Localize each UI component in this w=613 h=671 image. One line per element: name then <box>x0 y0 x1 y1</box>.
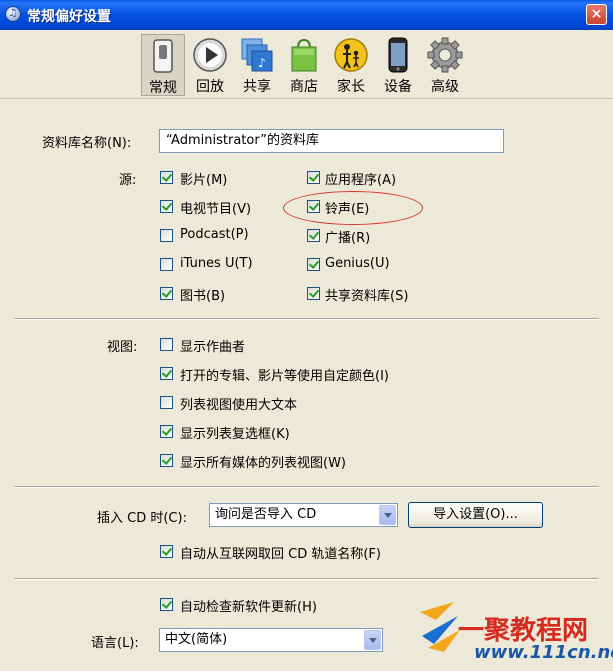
switch-icon <box>145 37 181 75</box>
checkbox-itunes-u[interactable] <box>160 258 173 271</box>
checkbox-label-custom-colors: 打开的专辑、影片等使用自定颜色(I) <box>180 369 389 384</box>
tab-label: 高级 <box>431 79 459 95</box>
chevron-down-icon[interactable] <box>364 630 381 650</box>
share-icon: ♪ <box>239 36 275 74</box>
checkbox-large-text[interactable] <box>160 396 173 409</box>
checkbox-radio[interactable] <box>307 229 320 242</box>
tab-label: 商店 <box>290 79 318 95</box>
checkbox-auto-check-updates[interactable] <box>160 598 173 611</box>
library-name-label: 资料库名称(N): <box>42 136 132 151</box>
preferences-toolbar: 常规 回放 ♪ 共享 商店 家长 设备 高级 <box>0 30 613 99</box>
tab-general[interactable]: 常规 <box>141 34 185 96</box>
checkbox-books[interactable] <box>160 287 173 300</box>
tab-store[interactable]: 商店 <box>282 34 326 96</box>
tab-advanced[interactable]: 高级 <box>423 34 467 96</box>
checkbox-apps[interactable] <box>307 171 320 184</box>
window-title: 常规偏好设置 <box>27 9 111 25</box>
tab-sharing[interactable]: ♪ 共享 <box>235 34 279 96</box>
language-value: 中文(简体) <box>165 632 228 647</box>
checkbox-label-apps: 应用程序(A) <box>325 173 397 188</box>
tab-parental[interactable]: 家长 <box>329 34 373 96</box>
tab-label: 回放 <box>196 79 224 95</box>
section-divider <box>14 486 599 488</box>
checkbox-custom-colors[interactable] <box>160 367 173 380</box>
cd-insert-label: 插入 CD 时(C): <box>97 511 187 526</box>
store-bag-icon <box>286 36 322 74</box>
checkbox-label-list-view-all-media: 显示所有媒体的列表视图(W) <box>180 456 346 471</box>
checkbox-movies[interactable] <box>160 171 173 184</box>
tab-label: 共享 <box>243 79 271 95</box>
language-select[interactable]: 中文(简体) <box>159 628 383 652</box>
tab-label: 常规 <box>149 80 177 96</box>
close-button[interactable]: × <box>586 4 607 25</box>
sources-label: 源: <box>119 173 137 188</box>
tab-label: 设备 <box>384 79 412 95</box>
language-label: 语言(L): <box>91 636 139 651</box>
cd-action-value: 询问是否导入 CD <box>215 507 317 522</box>
checkbox-label-auto-fetch-track-names: 自动从互联网取回 CD 轨道名称(F) <box>180 547 381 562</box>
parental-icon <box>333 36 369 74</box>
title-bar: ♫ 常规偏好设置 × <box>0 0 613 30</box>
checkbox-label-list-checkboxes: 显示列表复选框(K) <box>180 427 290 442</box>
checkbox-label-large-text: 列表视图使用大文本 <box>180 398 298 413</box>
checkbox-label-podcast: Podcast(P) <box>180 227 249 242</box>
checkbox-label-itunes-u: iTunes U(T) <box>180 256 253 271</box>
checkbox-list-checkboxes[interactable] <box>160 425 173 438</box>
import-settings-button[interactable]: 导入设置(O)... <box>408 502 543 528</box>
checkbox-label-auto-check-updates: 自动检查新软件更新(H) <box>180 600 317 615</box>
section-divider <box>14 578 599 580</box>
checkbox-label-shared-libraries: 共享资料库(S) <box>325 289 409 304</box>
checkbox-label-tv-shows: 电视节目(V) <box>180 202 252 217</box>
checkbox-auto-fetch-track-names[interactable] <box>160 545 173 558</box>
checkbox-list-view-all-media[interactable] <box>160 454 173 467</box>
play-icon <box>192 36 228 74</box>
checkbox-label-books: 图书(B) <box>180 289 226 304</box>
svg-text:♪: ♪ <box>258 56 266 70</box>
views-label: 视图: <box>107 340 138 355</box>
checkbox-genius[interactable] <box>307 258 320 271</box>
gear-icon <box>427 36 463 74</box>
checkbox-label-show-composers: 显示作曲者 <box>180 340 246 355</box>
chevron-down-icon[interactable] <box>379 505 396 525</box>
checkbox-label-genius: Genius(U) <box>325 256 390 271</box>
tab-devices[interactable]: 设备 <box>376 34 420 96</box>
tab-playback[interactable]: 回放 <box>188 34 232 96</box>
checkbox-shared-libraries[interactable] <box>307 287 320 300</box>
checkbox-show-composers[interactable] <box>160 338 173 351</box>
checkbox-label-radio: 广播(R) <box>325 231 371 246</box>
cd-action-select[interactable]: 询问是否导入 CD <box>209 503 398 527</box>
tab-label: 家长 <box>337 79 365 95</box>
itunes-app-icon: ♫ <box>5 6 21 22</box>
checkbox-podcast[interactable] <box>160 229 173 242</box>
library-name-input[interactable]: “Administrator”的资料库 <box>159 129 504 153</box>
device-icon <box>380 36 416 74</box>
site-watermark: 一聚教程网 www.111cn.net <box>418 596 613 666</box>
watermark-url: www.111cn.net <box>474 642 613 663</box>
red-highlight-ellipse <box>283 191 423 225</box>
checkbox-tv-shows[interactable] <box>160 200 173 213</box>
checkbox-label-movies: 影片(M) <box>180 173 228 188</box>
section-divider <box>14 318 599 320</box>
